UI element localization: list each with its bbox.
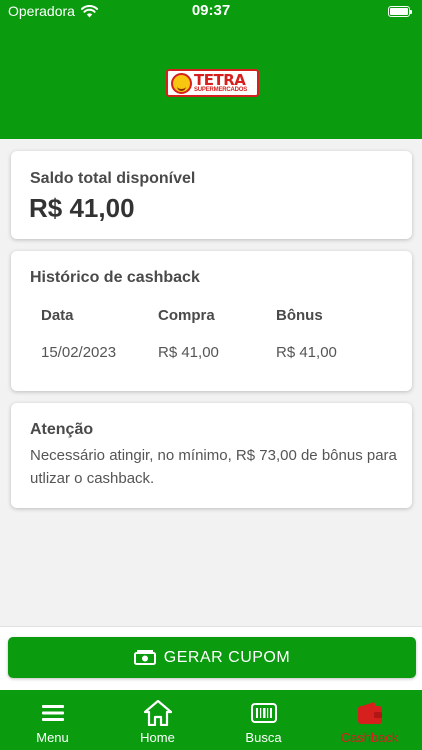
- generate-coupon-label: GERAR CUPOM: [163, 648, 291, 666]
- app-header: Operadora 09:37 TETRA SUPERMERCADOS: [0, 0, 422, 139]
- tab-search[interactable]: Busca: [211, 690, 316, 750]
- logo-smiley-icon: [171, 73, 192, 94]
- status-time: 09:37: [191, 2, 231, 19]
- tab-cashback[interactable]: Cashback: [317, 690, 422, 750]
- cashback-history-card: Histórico de cashback Data Compra Bônus …: [11, 251, 412, 391]
- tab-home-label: Home: [140, 730, 175, 745]
- tetra-logo: TETRA SUPERMERCADOS: [166, 69, 259, 97]
- tab-bar: Menu Home Busca Cashback: [0, 690, 422, 750]
- tab-menu-label: Menu: [36, 730, 69, 745]
- wallet-icon: [357, 702, 382, 724]
- history-row-bonus: R$ 41,00: [276, 344, 337, 361]
- menu-icon: [41, 705, 64, 721]
- tab-home[interactable]: Home: [105, 690, 210, 750]
- column-header-purchase: Compra: [158, 307, 215, 324]
- notice-card: Atenção Necessário atingir, no mínimo, R…: [11, 403, 412, 508]
- status-bar: Operadora 09:37: [0, 0, 422, 26]
- money-icon: [133, 649, 156, 665]
- generate-coupon-button[interactable]: GERAR CUPOM: [8, 637, 416, 678]
- barcode-icon: [250, 703, 277, 723]
- history-row-date: 15/02/2023: [41, 344, 117, 361]
- history-row-purchase: R$ 41,00: [158, 344, 219, 361]
- tab-search-label: Busca: [245, 730, 282, 745]
- history-title: Histórico de cashback: [30, 269, 200, 286]
- tab-cashback-label: Cashback: [340, 730, 399, 745]
- battery-icon: [388, 6, 412, 17]
- balance-card: Saldo total disponível R$ 41,00: [11, 151, 412, 239]
- column-header-bonus: Bônus: [276, 307, 323, 324]
- notice-text: Necessário atingir, no mínimo, R$ 73,00 …: [30, 447, 397, 487]
- home-icon: [143, 700, 172, 726]
- balance-title: Saldo total disponível: [30, 170, 196, 187]
- column-header-date: Data: [41, 307, 74, 324]
- notice-title: Atenção: [30, 421, 94, 438]
- logo-tagline: SUPERMERCADOS: [194, 87, 248, 93]
- balance-value: R$ 41,00: [29, 193, 135, 223]
- tab-menu[interactable]: Menu: [0, 690, 105, 750]
